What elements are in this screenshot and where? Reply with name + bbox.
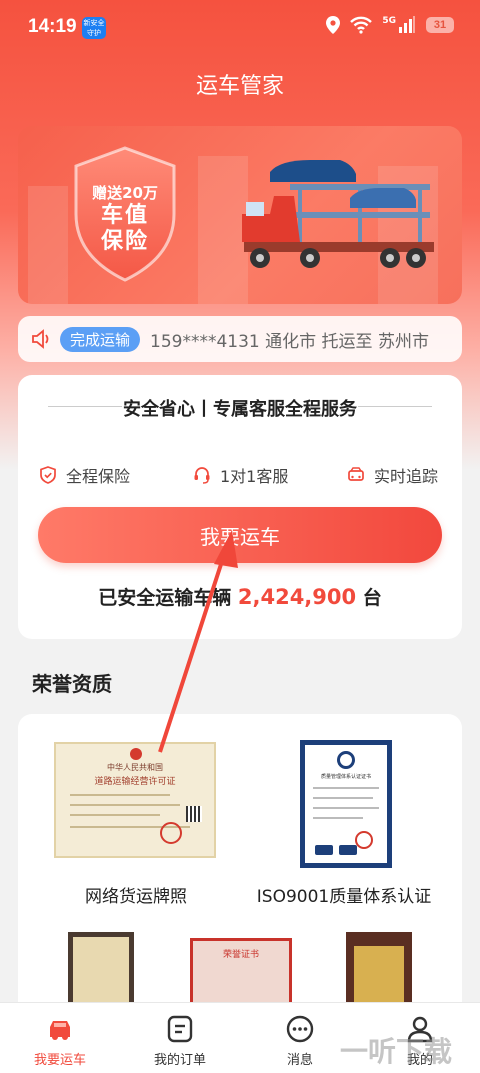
site-watermark: 一听下载 <box>340 1035 453 1068</box>
cert-iso9001[interactable]: 质量管理体系认证证书 <box>300 740 392 868</box>
location-icon <box>326 16 341 34</box>
nav-ship-car[interactable]: 我要运车 <box>12 1013 108 1068</box>
cert-seal-icon <box>160 822 182 844</box>
nav-label: 我的订单 <box>153 1053 206 1068</box>
honors-card: 中华人民共和国 道路运输经营许可证 网络货运牌照 质量管理体系认证证书 ISO9… <box>18 714 462 1024</box>
delivery-ticker: 完成运输 159****4131 通化市 托运至 苏州市 <box>18 316 462 362</box>
service-card: 安全省心丨专属客服全程服务 全程保险 1对1客服 实时追踪 我要运车 已安全运输… <box>18 375 462 639</box>
app-notification-icon: 新安全守护 <box>82 17 106 39</box>
signal-icon <box>399 16 415 33</box>
banner-line1: 车值 <box>100 203 149 228</box>
status-time: 14:19 <box>28 16 77 37</box>
nav-label: 我要运车 <box>33 1053 86 1068</box>
page-title: 运车管家 <box>195 74 284 99</box>
cert-caption: ISO9001质量体系认证 <box>256 887 432 907</box>
iso-logo-icon <box>337 751 355 769</box>
cert-title: 质量管理体系认证证书 <box>320 774 371 780</box>
qr-code-icon <box>186 806 202 822</box>
banner-line2: 保险 <box>100 229 149 254</box>
cert-seal-icon <box>355 831 373 849</box>
feature-label: 全程保险 <box>66 467 131 486</box>
feature-insurance: 全程保险 <box>38 463 130 487</box>
nav-label: 消息 <box>286 1053 313 1068</box>
ticker-message: 159****4131 通化市 托运至 苏州市 <box>150 331 429 352</box>
battery-indicator: 31 <box>426 17 454 33</box>
nav-orders[interactable]: 我的订单 <box>132 1013 228 1068</box>
message-icon <box>286 1015 314 1043</box>
car-icon <box>50 1021 70 1040</box>
service-heading: 安全省心丨专属客服全程服务 <box>123 399 357 420</box>
cert-text-line <box>313 787 379 789</box>
stat-prefix: 已安全运输车辆 <box>98 587 232 609</box>
cert-text-line <box>313 807 379 809</box>
insurance-banner[interactable]: 赠送20万 车值 保险 <box>18 126 462 304</box>
feature-label: 实时追踪 <box>374 467 439 486</box>
banner-gift-line: 赠送20万 <box>92 184 158 202</box>
cert-text-line <box>70 814 160 816</box>
headset-icon <box>194 467 210 484</box>
plaque-label: 荣誉证书 <box>222 950 259 960</box>
honors-section-title: 荣誉资质 <box>32 672 112 696</box>
ship-car-button[interactable]: 我要运车 <box>38 507 442 563</box>
car-track-icon <box>348 467 364 481</box>
cert-caption: 网络货运牌照 <box>85 887 187 907</box>
transport-stat: 已安全运输车辆 2,424,900 台 <box>18 583 462 610</box>
speaker-icon <box>32 329 49 349</box>
stat-number: 2,424,900 <box>237 585 357 609</box>
wifi-icon <box>350 16 373 34</box>
ticker-status-badge: 完成运输 <box>60 326 141 352</box>
cnas-logo-icon <box>339 845 357 855</box>
cert-transport-license[interactable]: 中华人民共和国 道路运输经营许可证 <box>54 742 216 858</box>
banner-text: 赠送20万 车值 保险 <box>70 182 180 255</box>
feature-tracking: 实时追踪 <box>346 463 438 487</box>
cert-emblem-icon <box>130 748 142 760</box>
order-icon <box>167 1015 193 1043</box>
shield-check-icon <box>40 466 56 484</box>
iaf-logo-icon <box>315 845 333 855</box>
cert-subtitle: 道路运输经营许可证 <box>94 777 176 787</box>
car-carrier-truck-image <box>242 160 434 268</box>
nav-messages[interactable]: 消息 <box>252 1013 348 1068</box>
cert-text-line <box>70 794 170 796</box>
feature-label: 1对1客服 <box>220 467 289 486</box>
status-bar: 14:19 新安全守护 5G 31 <box>0 0 480 56</box>
cert-text-line <box>70 804 180 806</box>
banner-building-decoration <box>28 186 68 304</box>
stat-suffix: 台 <box>362 587 382 609</box>
cert-text-line <box>313 817 363 819</box>
status-icons: 5G 31 <box>326 16 454 34</box>
cert-title: 中华人民共和国 <box>107 763 163 772</box>
feature-support: 1对1客服 <box>192 463 288 487</box>
cert-text-line <box>313 797 373 799</box>
network-label: 5G <box>382 16 396 26</box>
